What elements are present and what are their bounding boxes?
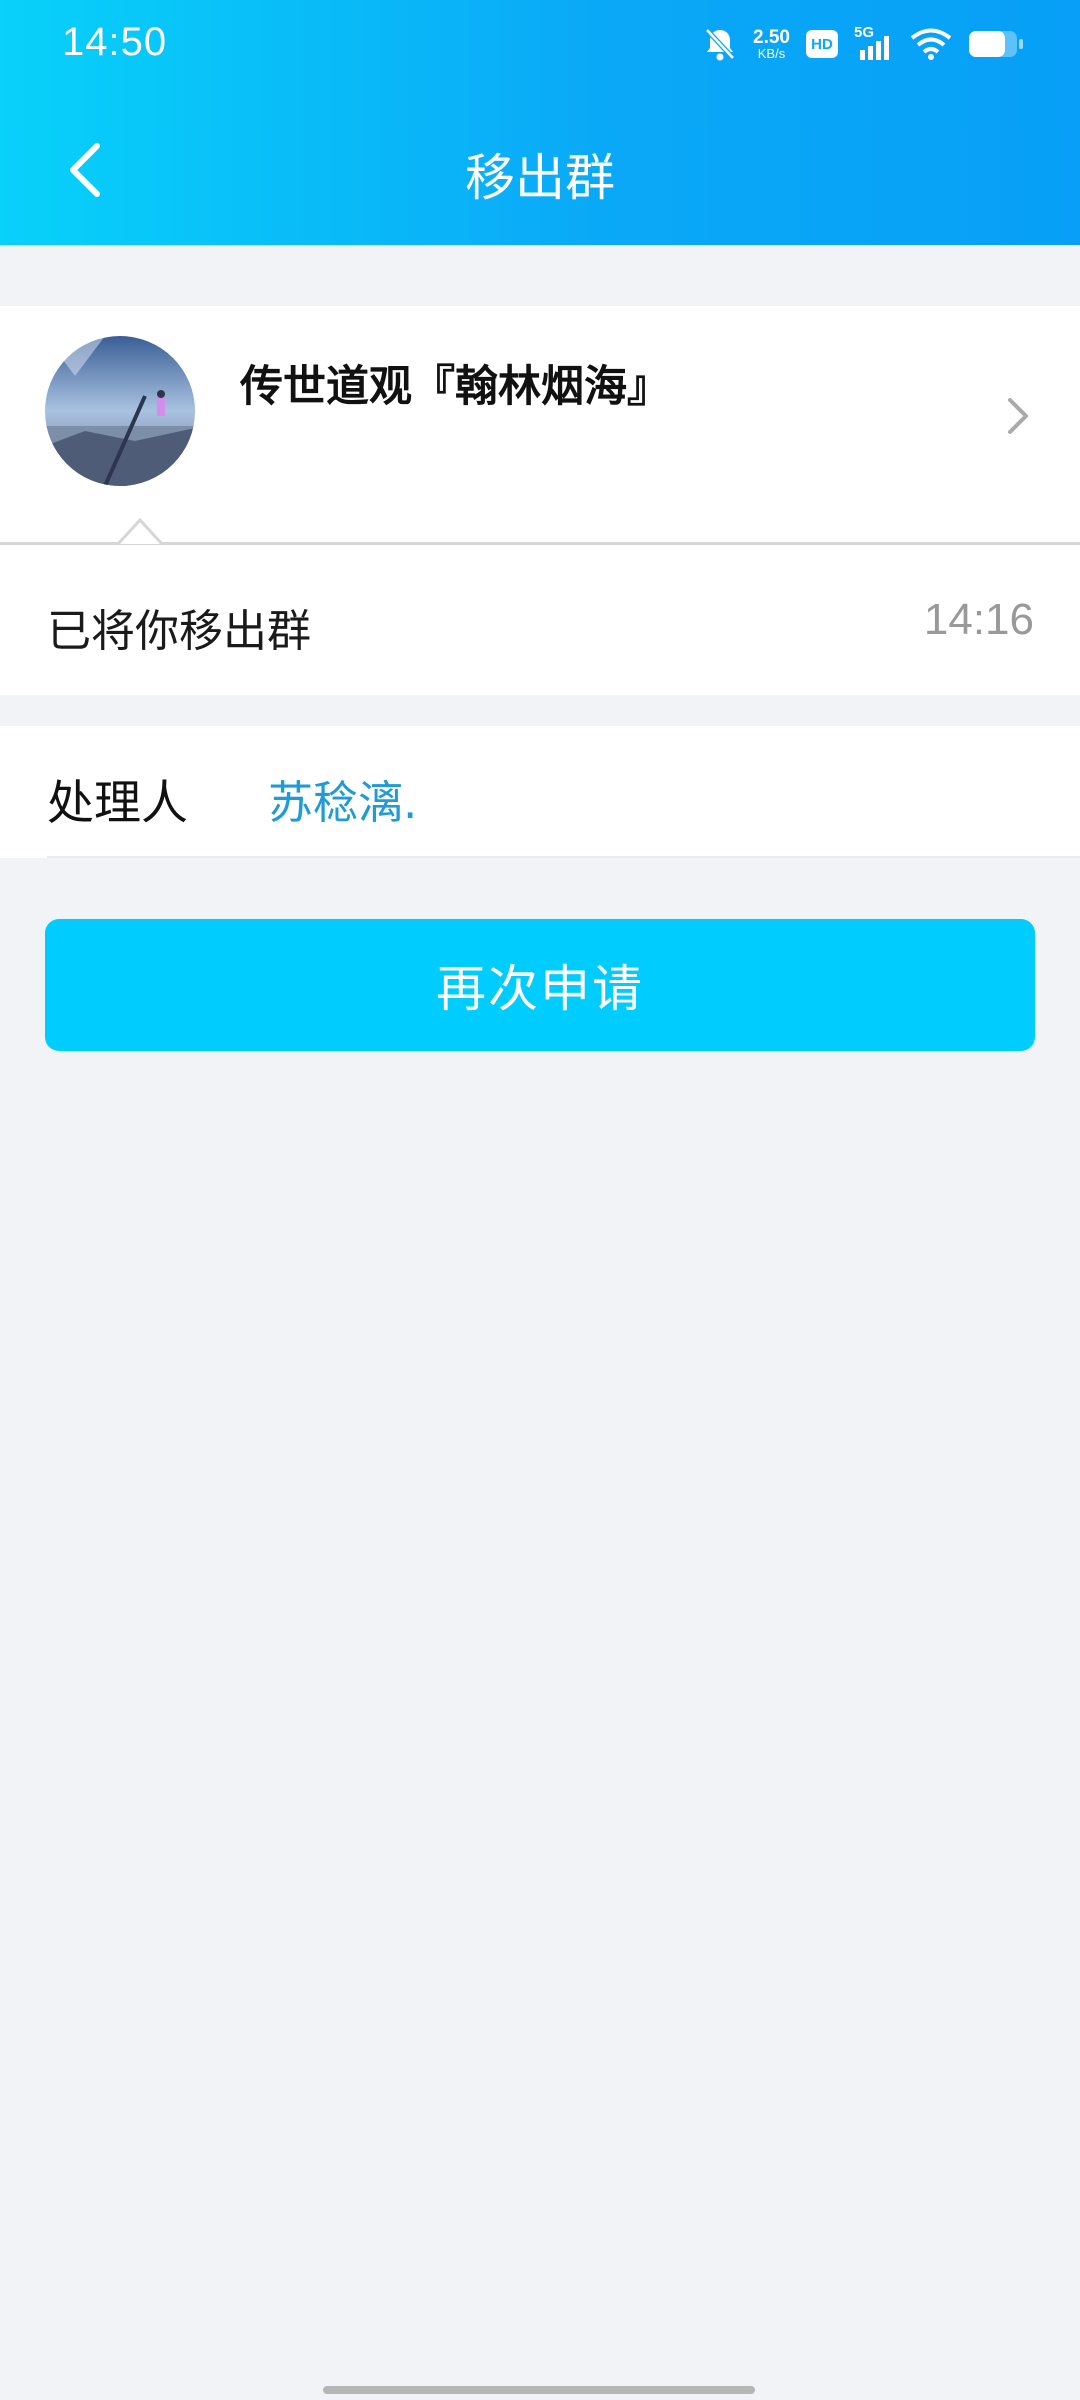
hd-icon: HD [806, 30, 838, 58]
mute-bell-icon [703, 26, 737, 62]
message-text: 已将你移出群 [47, 606, 311, 657]
handler-name-link[interactable]: 苏稔漓. [268, 766, 417, 831]
handler-row: 处理人 苏稔漓. [0, 726, 1080, 858]
5g-signal-icon: 5G [854, 24, 894, 62]
header: 14:50 2.50 KB/s HD 5G 移出群 [0, 0, 1080, 245]
group-avatar[interactable] [45, 336, 195, 486]
message-time: 14:16 [923, 595, 1034, 644]
row-separator [47, 856, 1080, 858]
wifi-icon [910, 27, 952, 61]
home-indicator[interactable] [323, 2386, 755, 2394]
pointer-notch [116, 516, 164, 546]
group-card[interactable]: 传世道观『翰林烟海』 [0, 306, 1080, 544]
chevron-right-icon [998, 386, 1038, 446]
nav-bar: 移出群 [0, 110, 1080, 230]
net-speed-unit: KB/s [757, 46, 786, 61]
message-row: 已将你移出群 14:16 [0, 545, 1080, 695]
status-time: 14:50 [62, 20, 168, 64]
net-speed-value: 2.50 [753, 27, 790, 48]
status-bar: 14:50 2.50 KB/s HD 5G [0, 0, 1080, 90]
net-speed: 2.50 KB/s [753, 28, 790, 60]
handler-label: 处理人 [47, 776, 188, 831]
reapply-button[interactable]: 再次申请 [45, 919, 1035, 1051]
status-icons: 2.50 KB/s HD 5G [703, 20, 1024, 68]
group-name: 传世道观『翰林烟海』 [240, 362, 670, 412]
page-title: 移出群 [465, 149, 615, 207]
battery-icon [968, 29, 1024, 59]
